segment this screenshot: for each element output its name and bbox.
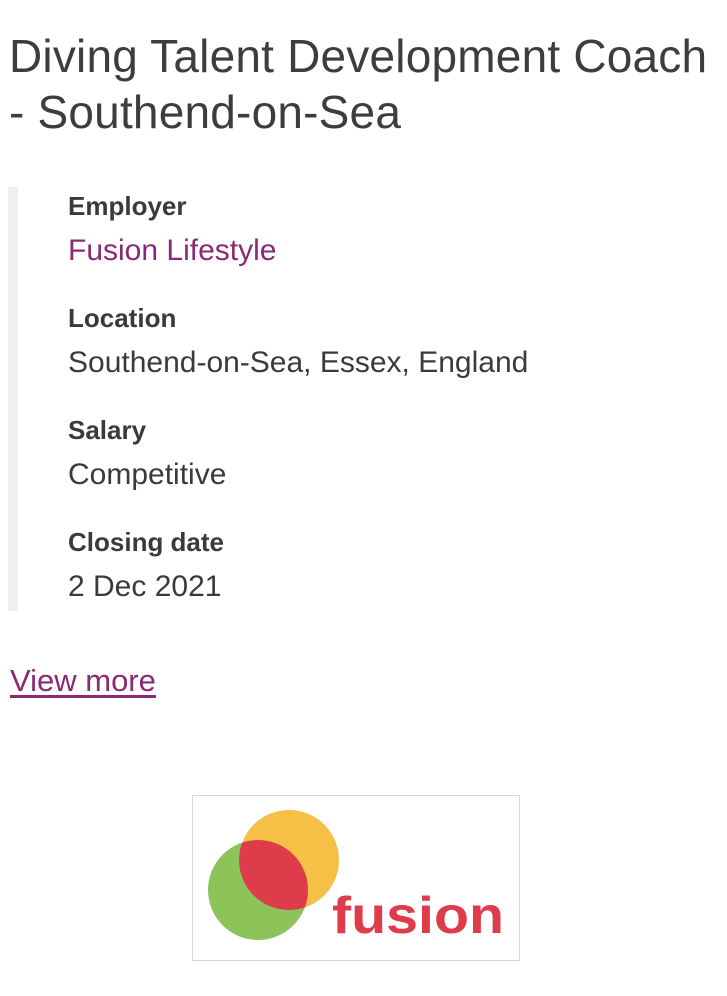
employer-label: Employer [68,191,187,221]
salary-label: Salary [68,415,147,445]
logo-wordmark: fusion [332,887,504,945]
job-details-panel: Employer Fusion Lifestyle Location South… [8,187,718,611]
employer-link[interactable]: Fusion Lifestyle [68,234,276,267]
closing-date-value: 2 Dec 2021 [68,570,222,603]
employer-logo[interactable]: fusion [192,795,520,961]
salary-value: Competitive [68,458,227,491]
location-value: Southend-on-Sea, Essex, England [68,346,529,379]
view-more-link[interactable]: View more [10,662,156,700]
job-title: Diving Talent Development Coach - Southe… [9,30,708,138]
location-label: Location [68,303,177,333]
fusion-logo-graphic: fusion [208,810,504,945]
employer-value: Fusion Lifestyle [68,233,276,269]
closing-date-label: Closing date [68,527,225,557]
